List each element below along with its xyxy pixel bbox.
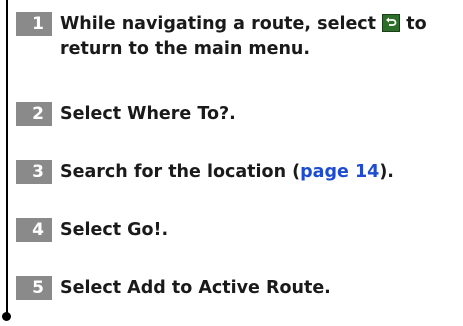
step-text: Search for the location (page 14). [60,160,430,185]
step-number: 1 [16,12,52,36]
page-reference-link[interactable]: page 14 [300,162,379,182]
step-number: 4 [16,218,52,242]
back-arrow-icon [382,14,401,32]
step-2: 2 Select Where To?. [16,102,430,127]
step-3: 3 Search for the location (page 14). [16,160,430,185]
rule-end-dot [2,312,11,321]
step-number: 5 [16,276,52,300]
step-number: 2 [16,102,52,126]
step-number: 3 [16,160,52,184]
step-text: Select Where To?. [60,104,236,124]
step-text-after-link: ). [379,162,394,182]
step-4: 4 Select Go!. [16,218,430,243]
step-text: While navigating a route, select to retu… [60,12,430,62]
step-text: Select Add to Active Route. [60,278,331,298]
left-margin-rule [6,0,8,316]
step-1: 1 While navigating a route, select to re… [16,12,430,62]
step-5: 5 Select Add to Active Route. [16,276,430,301]
step-text: Select Go!. [60,220,169,240]
step-text-before-link: Search for the location ( [60,162,301,182]
step-text-before-icon: While navigating a route, select [60,14,377,34]
